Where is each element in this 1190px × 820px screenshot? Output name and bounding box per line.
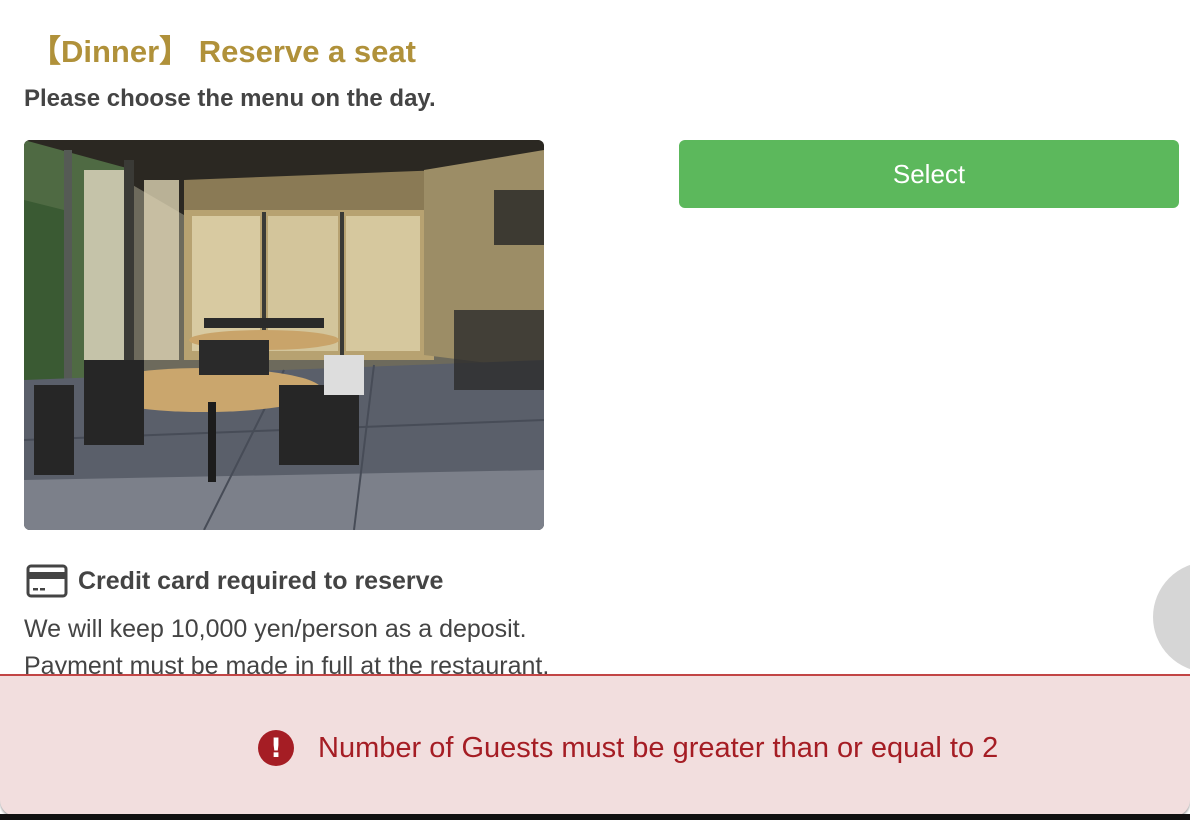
- credit-card-required-label: Credit card required to reserve: [78, 566, 444, 595]
- exclamation-circle-icon: !: [258, 730, 294, 766]
- deposit-text: We will keep 10,000 yen/person as a depo…: [24, 615, 527, 643]
- page-title: 【Dinner】 Reserve a seat: [30, 34, 416, 69]
- error-alert: ! Number of Guests must be greater than …: [0, 674, 1190, 816]
- restaurant-photo: [24, 140, 544, 530]
- error-alert-content: ! Number of Guests must be greater than …: [258, 730, 998, 766]
- page-subtitle: Please choose the menu on the day.: [24, 85, 436, 112]
- select-button[interactable]: Select: [679, 140, 1179, 208]
- error-alert-message: Number of Guests must be greater than or…: [318, 731, 999, 764]
- credit-card-icon: [26, 564, 68, 598]
- floating-side-button[interactable]: [1153, 562, 1190, 672]
- reservation-page: 【Dinner】 Reserve a seat Please choose th…: [0, 0, 1190, 820]
- bottom-edge: [0, 814, 1190, 820]
- credit-card-notice: Credit card required to reserve: [26, 564, 443, 598]
